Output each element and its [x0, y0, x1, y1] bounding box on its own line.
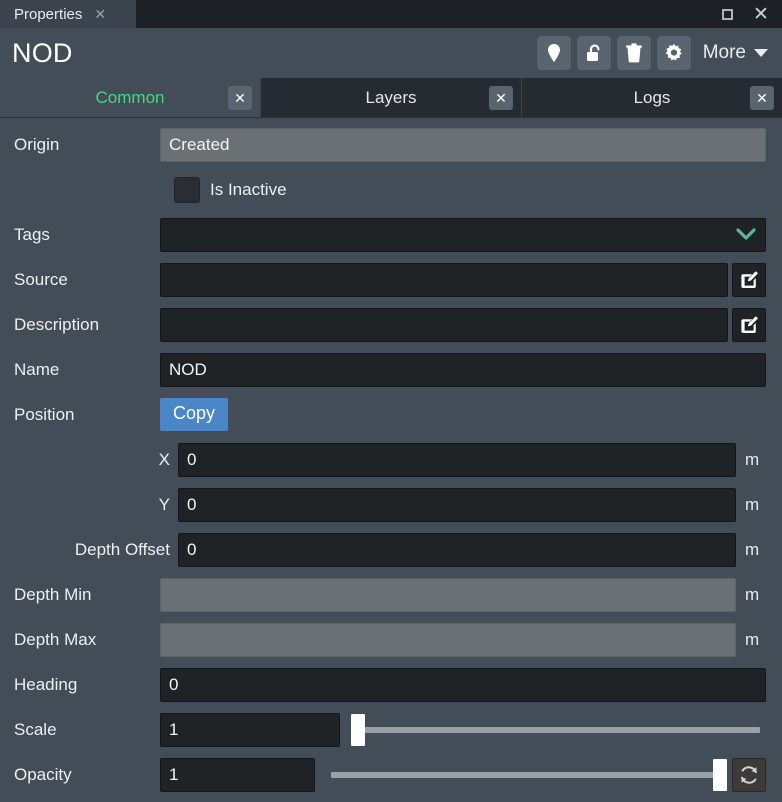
- opacity-input[interactable]: 1: [160, 757, 315, 792]
- is-inactive-checkbox[interactable]: Is Inactive: [0, 176, 287, 203]
- x-label: X: [158, 449, 170, 469]
- row-is-inactive: Is Inactive: [0, 167, 782, 212]
- origin-label: Origin: [14, 134, 60, 154]
- gear-icon: [665, 43, 682, 61]
- row-depth-max: Depth Max m: [0, 617, 782, 662]
- edit-icon: [741, 315, 758, 333]
- object-header: NOD More: [0, 28, 782, 78]
- description-label: Description: [14, 314, 100, 334]
- description-edit-button[interactable]: [732, 307, 766, 342]
- row-depth-offset: Depth Offset 0 m: [0, 527, 782, 572]
- x-unit: m: [745, 449, 760, 469]
- opacity-slider[interactable]: [325, 758, 728, 792]
- description-input[interactable]: [160, 307, 728, 342]
- unlock-button[interactable]: [576, 36, 611, 70]
- depth-max-input: [160, 622, 736, 657]
- close-icon[interactable]: ✕: [92, 5, 108, 23]
- window-titlebar: Properties ✕ ✕: [0, 0, 782, 28]
- pin-icon: [547, 44, 560, 62]
- row-scale: Scale 1: [0, 707, 782, 752]
- opacity-slider-handle[interactable]: [712, 758, 727, 791]
- delete-button[interactable]: [616, 36, 651, 70]
- row-y: Y 0 m: [0, 482, 782, 527]
- close-window-icon: ✕: [753, 3, 769, 25]
- more-menu-button[interactable]: More: [697, 36, 776, 70]
- source-input[interactable]: [160, 262, 728, 297]
- edit-icon: [741, 270, 758, 288]
- depth-min-input: [160, 577, 736, 612]
- scale-input[interactable]: 1: [160, 712, 340, 747]
- depth-min-label: Depth Min: [14, 584, 92, 604]
- y-unit: m: [745, 494, 760, 514]
- scale-slider-handle[interactable]: [351, 713, 366, 746]
- copy-position-button[interactable]: Copy: [160, 398, 229, 431]
- scale-slider-track: [356, 726, 760, 733]
- unlock-icon: [586, 44, 600, 61]
- source-label: Source: [14, 269, 68, 289]
- document-tab-properties[interactable]: Properties ✕: [0, 0, 136, 28]
- pin-button[interactable]: [536, 36, 571, 70]
- tab-layers[interactable]: Layers ✕: [261, 78, 522, 117]
- window-controls: ✕: [712, 0, 776, 28]
- source-edit-button[interactable]: [732, 262, 766, 297]
- scale-slider[interactable]: [350, 713, 766, 747]
- y-input[interactable]: 0: [178, 487, 736, 522]
- y-label: Y: [158, 494, 170, 514]
- depth-offset-input[interactable]: 0: [178, 532, 736, 567]
- heading-input[interactable]: 0: [160, 667, 766, 702]
- x-input[interactable]: 0: [178, 442, 736, 477]
- scale-label: Scale: [14, 719, 57, 739]
- opacity-label: Opacity: [14, 764, 72, 784]
- restore-window-button[interactable]: [712, 1, 742, 27]
- chevron-down-icon: [754, 49, 768, 57]
- trash-icon: [625, 43, 642, 63]
- refresh-icon: [741, 765, 757, 784]
- common-properties-form: Origin Created Is Inactive Tags Source D…: [0, 118, 782, 792]
- tags-label: Tags: [14, 224, 50, 244]
- row-description: Description: [0, 302, 782, 347]
- checkbox-box-icon[interactable]: [174, 176, 200, 203]
- row-tags: Tags: [0, 212, 782, 257]
- tab-logs[interactable]: Logs ✕: [522, 78, 782, 117]
- tab-layers-close-icon[interactable]: ✕: [489, 85, 513, 110]
- opacity-reset-button[interactable]: [732, 757, 766, 792]
- row-depth-min: Depth Min m: [0, 572, 782, 617]
- header-toolbar: More: [536, 36, 776, 70]
- tab-strip: Common ✕ Layers ✕ Logs ✕: [0, 78, 782, 118]
- close-window-button[interactable]: ✕: [746, 1, 776, 27]
- tab-logs-close-icon[interactable]: ✕: [750, 85, 774, 110]
- tab-common[interactable]: Common ✕: [0, 78, 261, 117]
- tab-logs-label: Logs: [633, 87, 671, 107]
- is-inactive-label: Is Inactive: [210, 179, 287, 199]
- settings-button[interactable]: [656, 36, 691, 70]
- depth-offset-unit: m: [745, 539, 760, 559]
- document-tab-label: Properties: [14, 5, 83, 23]
- name-input[interactable]: NOD: [160, 352, 766, 387]
- tags-dropdown[interactable]: [160, 217, 766, 252]
- page-title: NOD: [12, 37, 73, 68]
- more-menu-label: More: [702, 42, 746, 63]
- row-opacity: Opacity 1: [0, 752, 782, 797]
- restore-window-icon: [721, 8, 733, 20]
- name-label: Name: [14, 359, 60, 379]
- row-position: Position Copy: [0, 392, 782, 437]
- depth-max-unit: m: [745, 629, 760, 649]
- row-name: Name NOD: [0, 347, 782, 392]
- depth-min-unit: m: [745, 584, 760, 604]
- row-source: Source: [0, 257, 782, 302]
- chevron-down-icon: [735, 224, 757, 246]
- tab-common-close-icon[interactable]: ✕: [228, 85, 252, 110]
- opacity-slider-track: [331, 771, 722, 778]
- row-x: X 0 m: [0, 437, 782, 482]
- depth-max-label: Depth Max: [14, 629, 97, 649]
- tab-common-label: Common: [95, 87, 165, 107]
- depth-offset-label: Depth Offset: [74, 539, 170, 559]
- row-heading: Heading 0: [0, 662, 782, 707]
- origin-value: Created: [160, 127, 766, 162]
- tab-layers-label: Layers: [365, 87, 417, 107]
- heading-label: Heading: [14, 674, 78, 694]
- row-origin: Origin Created: [0, 122, 782, 167]
- position-label: Position: [14, 404, 75, 424]
